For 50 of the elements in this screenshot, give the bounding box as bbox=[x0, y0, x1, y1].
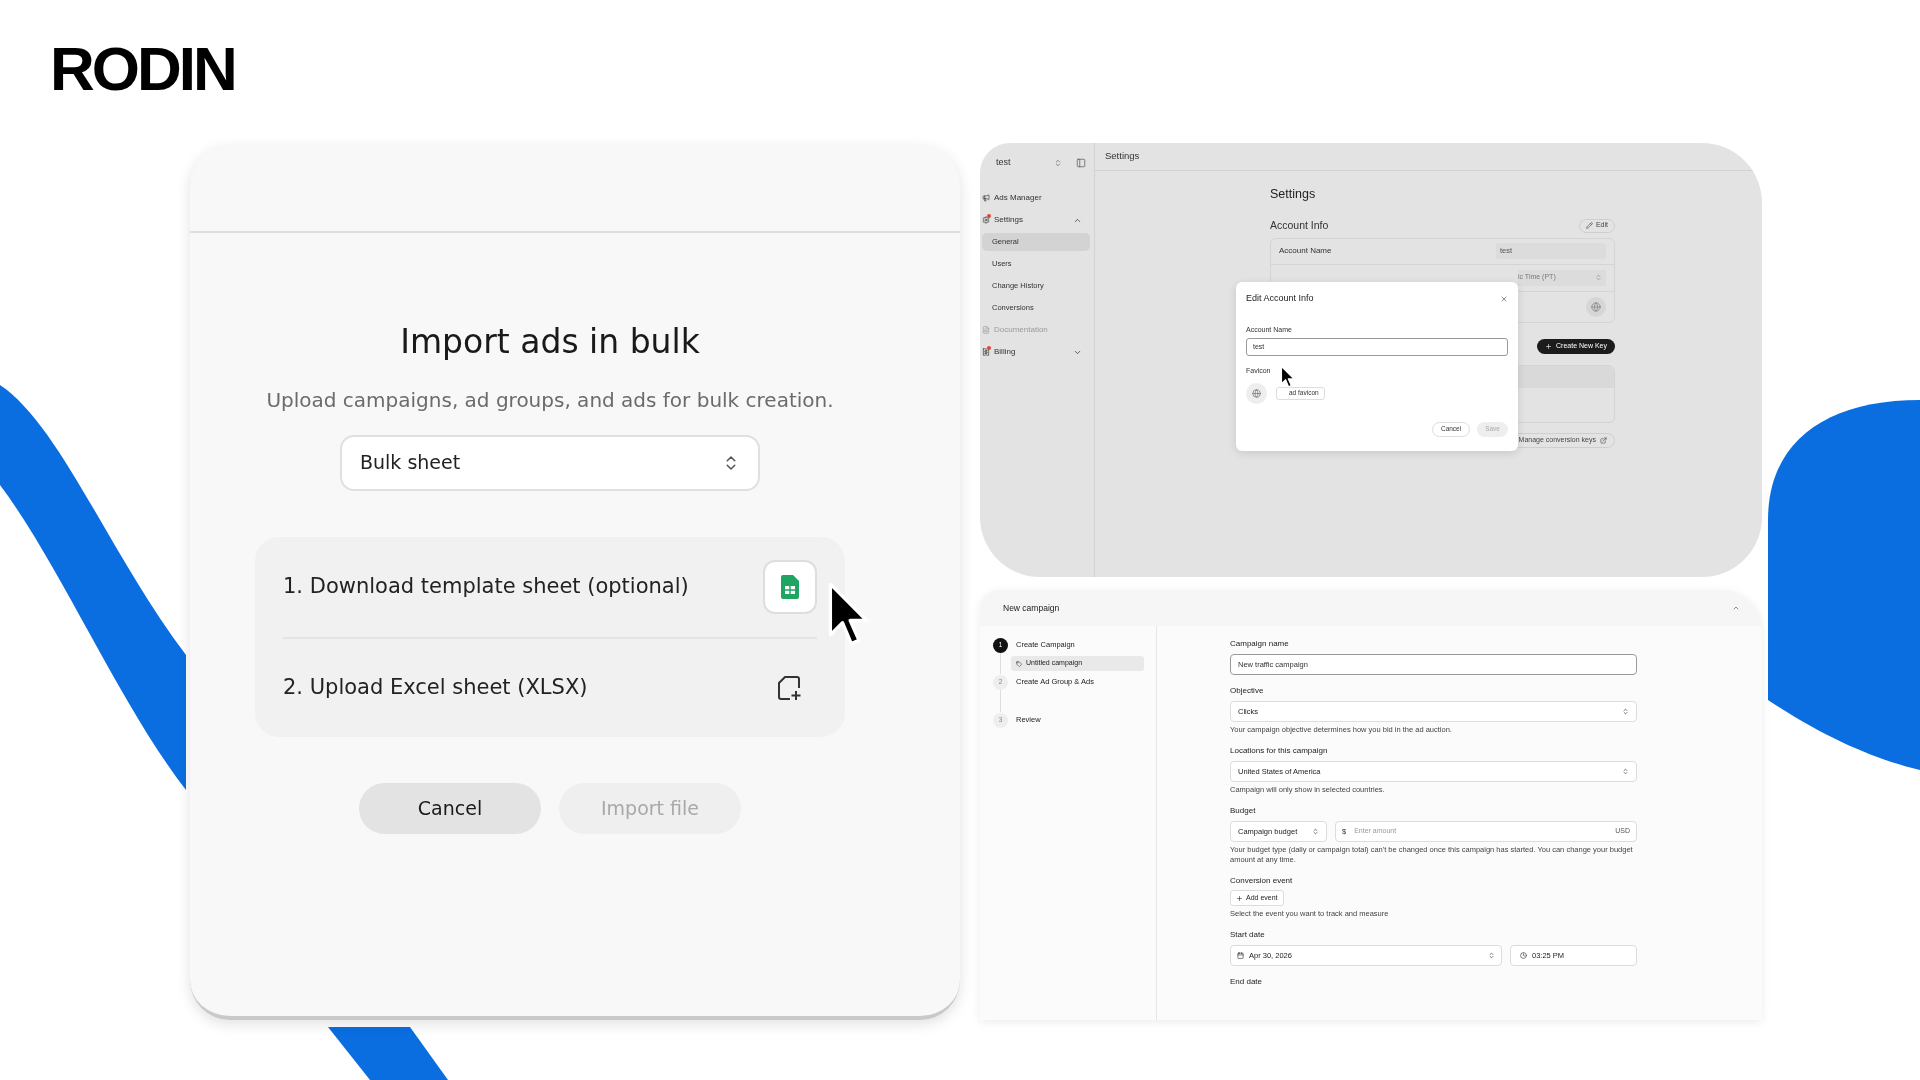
item-icon bbox=[982, 194, 990, 202]
field-label: Campaign name bbox=[1230, 638, 1290, 650]
pencil-icon bbox=[1585, 222, 1593, 230]
field-label: Locations for this campaign bbox=[1230, 745, 1329, 757]
field-label: End date bbox=[1230, 976, 1264, 988]
close-icon[interactable] bbox=[1500, 294, 1508, 303]
file-add-icon[interactable] bbox=[777, 674, 803, 701]
clock-icon bbox=[1520, 952, 1527, 959]
page-heading: Settings bbox=[1270, 186, 1317, 203]
spreadsheet-icon bbox=[781, 574, 799, 599]
chevrons-icon bbox=[1595, 274, 1602, 281]
sidebar-item[interactable]: Ads Manager bbox=[982, 187, 1090, 209]
tag-icon bbox=[1016, 660, 1022, 667]
sidebar-item[interactable]: Settings bbox=[982, 209, 1090, 231]
step-label: 2. Upload Excel sheet (XLSX) bbox=[283, 673, 588, 701]
cursor-icon bbox=[826, 582, 870, 648]
item-icon bbox=[982, 216, 990, 224]
chevrons-icon bbox=[1488, 952, 1495, 959]
plus-icon bbox=[1545, 342, 1553, 350]
field-label: Start date bbox=[1230, 929, 1266, 941]
modal-title: Edit Account Info bbox=[1246, 292, 1314, 305]
item-icon bbox=[982, 348, 990, 356]
globe-icon bbox=[1591, 301, 1601, 312]
plus-icon bbox=[1236, 894, 1243, 902]
field-label: Conversion event bbox=[1230, 875, 1294, 887]
globe-icon bbox=[1252, 388, 1261, 398]
external-link-icon bbox=[1600, 436, 1607, 444]
item-icon bbox=[982, 326, 990, 334]
cancel-button[interactable]: Cancel bbox=[359, 782, 541, 834]
field-label: Budget bbox=[1230, 805, 1257, 817]
chevrons-icon bbox=[1622, 768, 1629, 775]
row-label: Account Name bbox=[1279, 245, 1332, 257]
dialog-subtitle: Upload campaigns, ad groups, and ads for bulk creation. bbox=[266, 386, 834, 414]
dialog-title: Import ads in bulk bbox=[400, 321, 700, 363]
chevrons-icon bbox=[1312, 828, 1319, 835]
page-header: Settings bbox=[1105, 149, 1140, 164]
screen-title: New campaign bbox=[1003, 601, 1060, 615]
brand-logo: RODIN bbox=[50, 34, 235, 103]
workspace-name[interactable]: test bbox=[996, 156, 1050, 170]
chevrons-icon bbox=[1622, 708, 1629, 715]
chevron-up-icon[interactable] bbox=[1732, 604, 1740, 612]
sidebar-toggle-icon[interactable] bbox=[1076, 158, 1086, 168]
step-label: 1. Download template sheet (optional) bbox=[283, 572, 689, 600]
section-title: Account Info bbox=[1270, 217, 1329, 233]
field-label: Objective bbox=[1230, 685, 1265, 697]
calendar-icon bbox=[1237, 952, 1244, 959]
chevrons-icon bbox=[1054, 159, 1062, 167]
sheet-type-select[interactable]: Bulk sheet bbox=[340, 434, 760, 491]
sidebar-item[interactable]: Billing bbox=[982, 341, 1090, 363]
download-template-button[interactable] bbox=[763, 559, 817, 614]
